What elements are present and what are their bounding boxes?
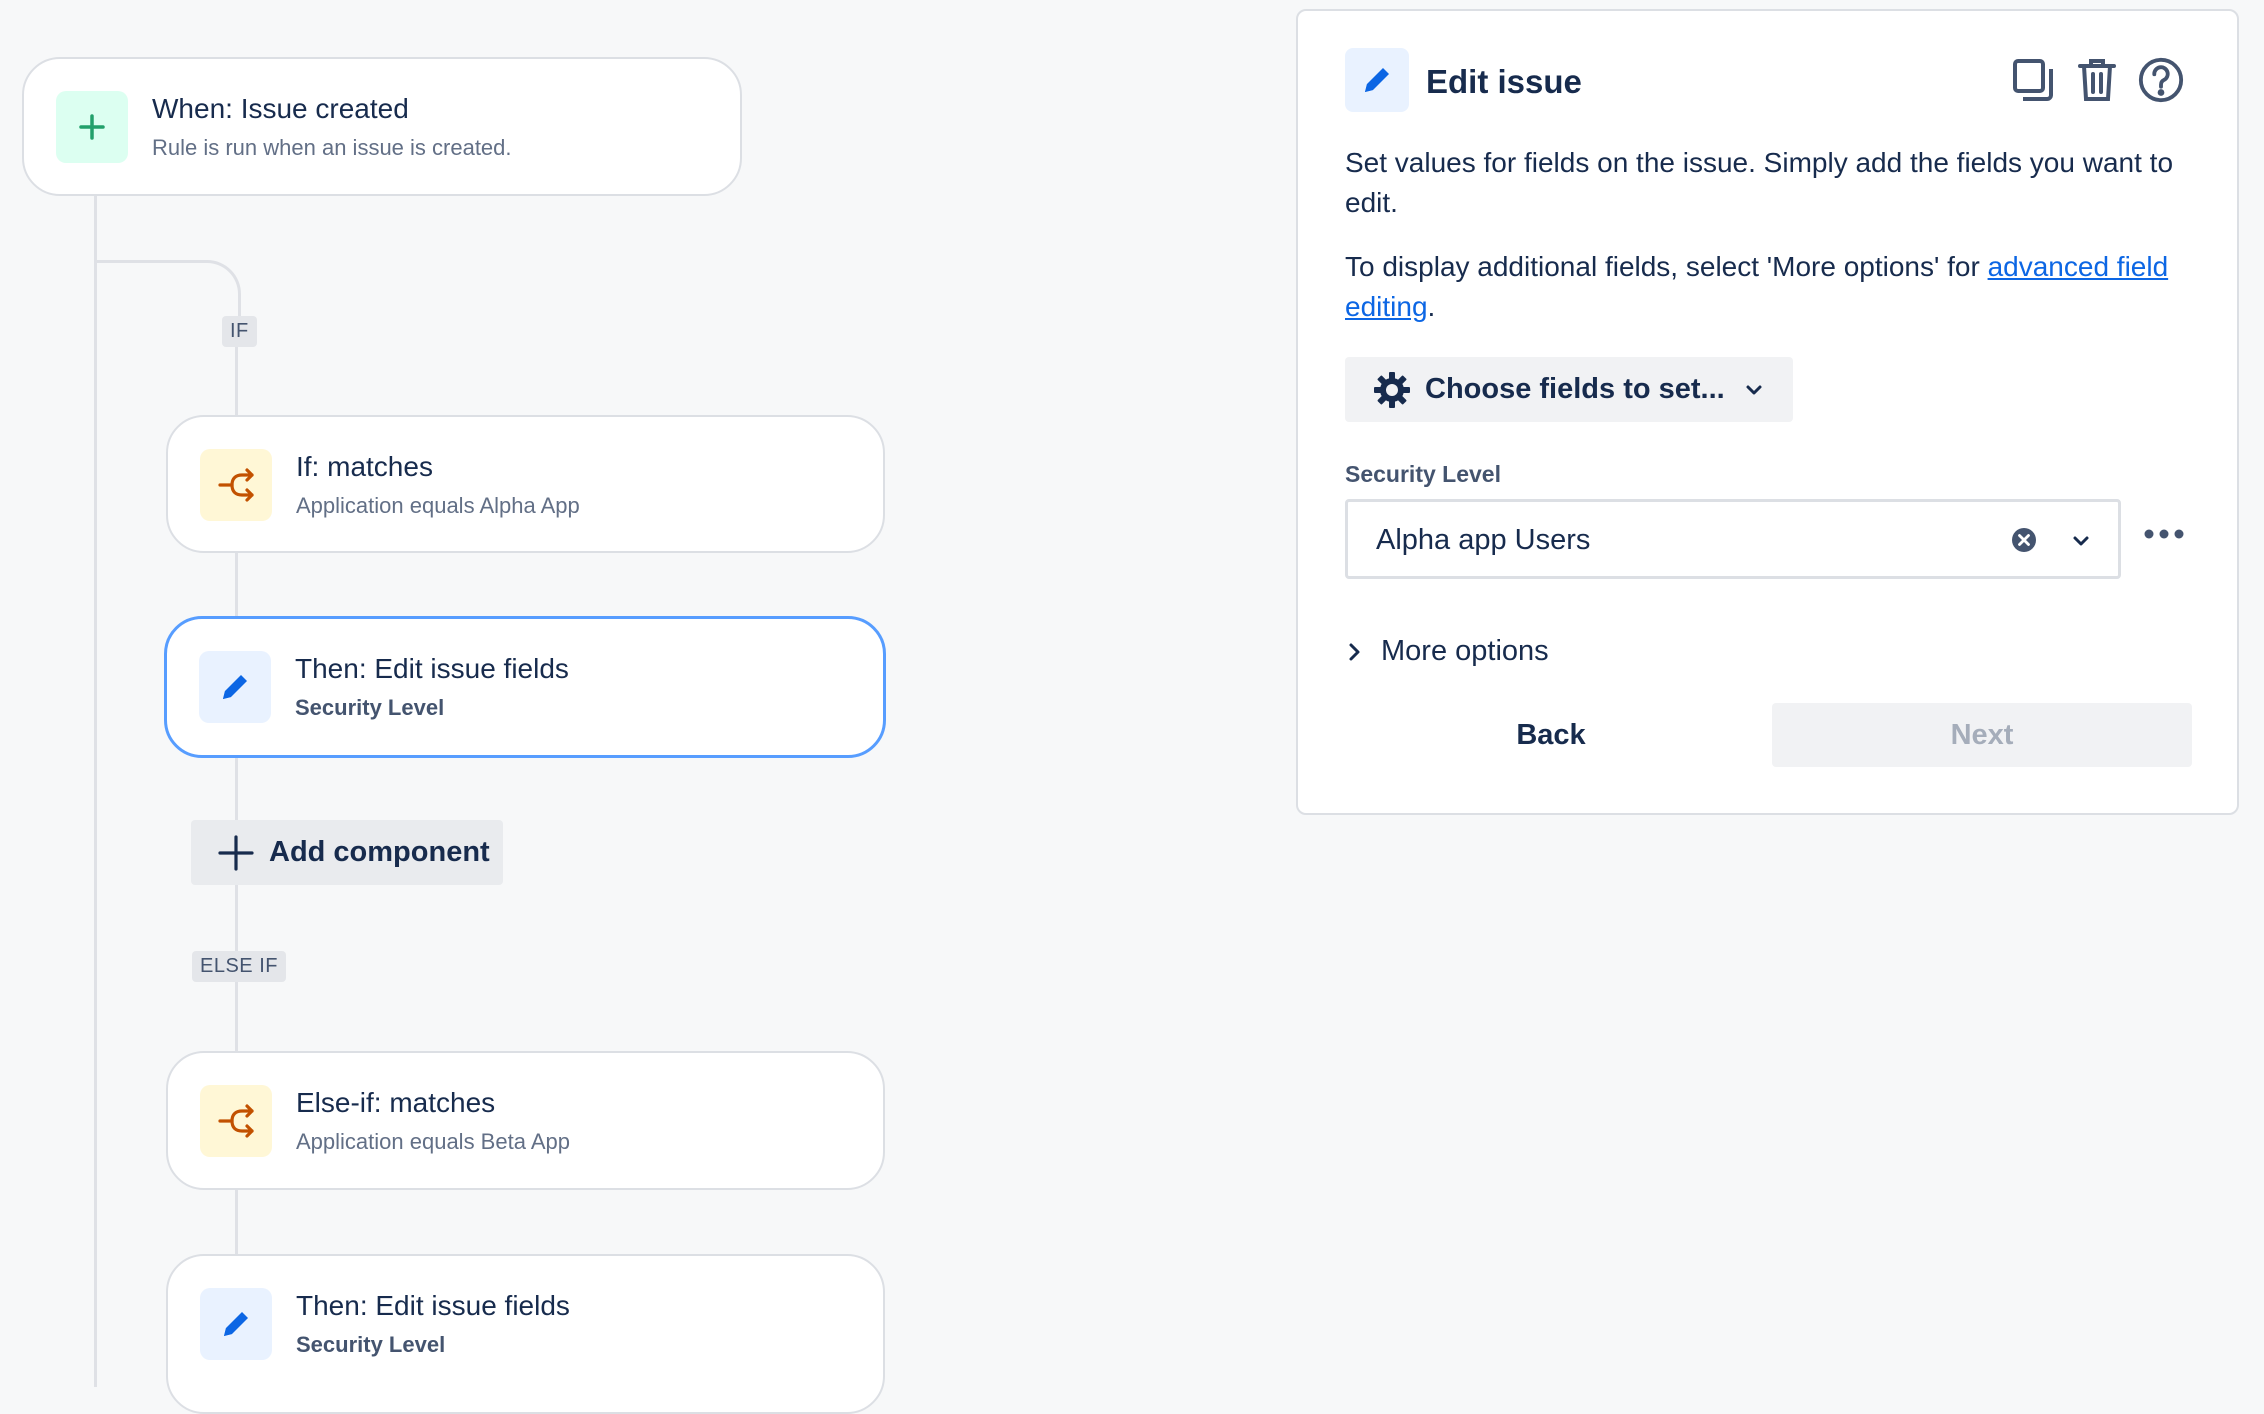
more-options-toggle[interactable]: More options [1345,635,1549,668]
if-condition-card[interactable]: If: matches Application equals Alpha App [166,415,885,553]
choose-fields-label: Choose fields to set... [1425,373,1725,405]
add-component-label: Add component [269,836,490,868]
chevron-down-icon [1746,385,1762,394]
then-action-subtitle: Security Level [296,1332,446,1357]
flow-connector-branch [94,260,241,343]
help-icon[interactable] [2137,53,2185,107]
if-label: IF [222,316,257,347]
copy-icon[interactable] [2009,53,2057,107]
back-button[interactable]: Back [1345,704,1757,766]
branch-icon [200,1085,272,1157]
panel-description: Set values for fields on the issue. Simp… [1345,147,2174,218]
plus-icon [218,834,254,871]
flow-connector-main [94,195,97,1387]
chevron-down-icon[interactable] [2070,530,2092,557]
pencil-icon [200,1288,272,1360]
gear-icon [1374,371,1410,408]
flow-connector-add [235,756,238,826]
then-action-card[interactable]: Then: Edit issue fields Security Level [166,1254,885,1414]
more-options-label: More options [1381,635,1549,667]
additional-suffix: . [1427,291,1436,322]
else-if-condition-subtitle: Application equals Beta App [296,1129,570,1154]
if-condition-subtitle: Application equals Alpha App [296,493,580,518]
trigger-title: When: Issue created [152,93,409,124]
panel-actions [2009,53,2185,107]
panel-title: Edit issue [1426,63,1582,100]
more-actions-icon[interactable] [2143,511,2185,550]
else-if-label: ELSE IF [192,951,286,982]
plus-icon [56,91,128,163]
then-action-title: Then: Edit issue fields [296,1290,570,1321]
next-button[interactable]: Next [1772,703,2192,767]
choose-fields-button[interactable]: Choose fields to set... [1345,357,1793,422]
pencil-icon [199,651,271,723]
then-action-subtitle: Security Level [295,695,445,720]
else-if-condition-title: Else-if: matches [296,1087,496,1118]
flow-connector-then2 [235,1186,238,1256]
else-if-condition-card[interactable]: Else-if: matches Application equals Beta… [166,1051,885,1190]
panel-additional-text: To display additional fields, select 'Mo… [1345,247,2185,327]
trigger-subtitle: Rule is run when an issue is created. [152,135,512,160]
security-level-value: Alpha app Users [1376,524,1591,556]
trash-icon[interactable] [2073,53,2121,107]
branch-icon [200,449,272,521]
add-component-button[interactable]: Add component [191,820,503,885]
then-action-title: Then: Edit issue fields [295,653,569,684]
security-level-select[interactable]: Alpha app Users [1345,499,2121,579]
security-level-label: Security Level [1345,461,1501,487]
additional-prefix: To display additional fields, select 'Mo… [1345,251,1988,282]
edit-issue-panel: Edit issue Set values for fields on the … [1296,9,2239,815]
flow-connector-then [235,550,238,620]
pencil-icon [1345,48,1409,112]
clear-icon[interactable] [2010,526,2038,559]
if-condition-title: If: matches [296,451,433,482]
then-action-card-selected[interactable]: Then: Edit issue fields Security Level [164,616,886,758]
trigger-card[interactable]: When: Issue created Rule is run when an … [22,57,742,196]
chevron-right-icon [1349,643,1360,660]
